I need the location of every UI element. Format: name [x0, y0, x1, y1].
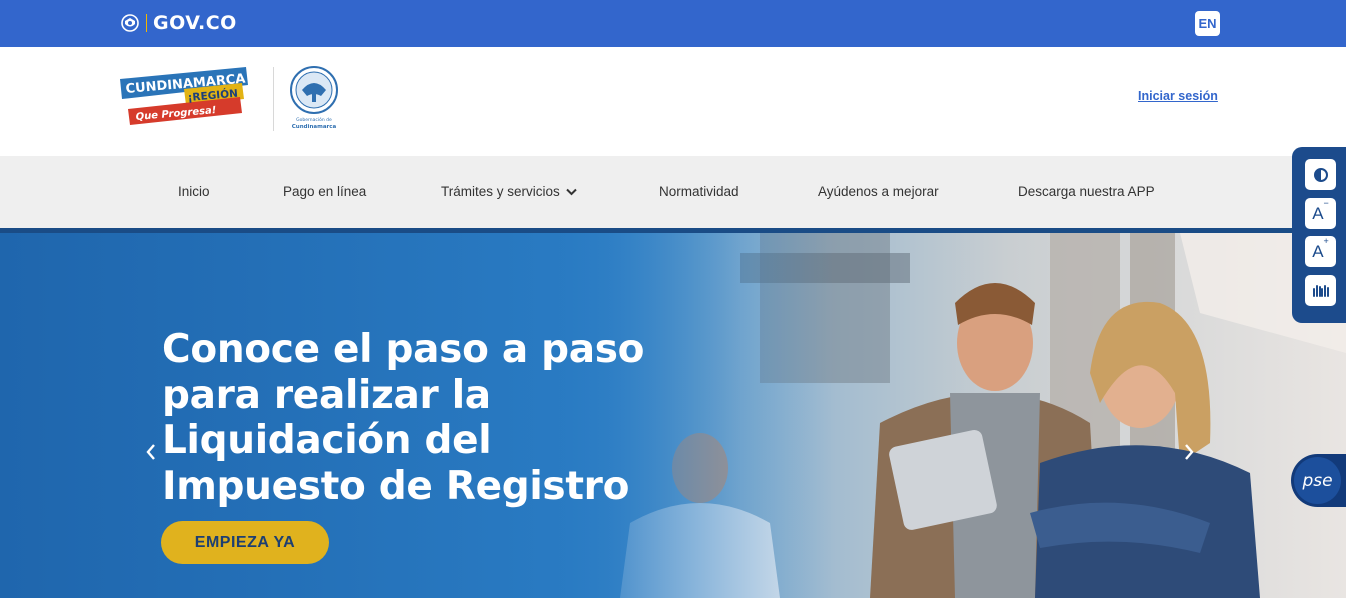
decrease-font-button[interactable]: A− [1305, 198, 1336, 229]
hero-title-line-2: para realizar la [162, 372, 491, 418]
nav-item-inicio[interactable]: Inicio [178, 184, 210, 199]
hero-title-line-3: Liquidación del [162, 418, 492, 463]
govco-topbar: GOV.CO EN [0, 0, 1346, 47]
hero-carousel: Conoce el paso a paso para realizar la L… [0, 228, 1346, 598]
increase-font-icon: A+ [1312, 236, 1329, 262]
nav-item-label: Descarga nuestra APP [1018, 184, 1155, 199]
nav-item-label: Pago en línea [283, 184, 367, 199]
govco-logo-text: GOV.CO [153, 12, 237, 34]
chevron-left-icon[interactable] [143, 442, 159, 462]
cundinamarca-brand-logo[interactable]: CUNDINAMARCA ¡REGIÓN Que Progresa! [118, 65, 258, 129]
empieza-ya-button[interactable]: EMPIEZA YA [161, 521, 329, 564]
hero-title-line-1: Conoce el paso a paso [162, 327, 645, 372]
govco-shield-icon [121, 14, 139, 32]
sign-language-icon [1312, 284, 1329, 297]
nav-item-normatividad[interactable]: Normatividad [659, 184, 739, 199]
nav-item-ayudenos-a-mejorar[interactable]: Ayúdenos a mejorar [818, 184, 939, 199]
nav-item-label: Normatividad [659, 184, 739, 199]
hero-title: Conoce el paso a paso para realizar la L… [162, 327, 682, 509]
language-toggle-button[interactable]: EN [1195, 11, 1220, 36]
nav-item-label: Inicio [178, 184, 210, 199]
seal-caption-1: Gobernación de [296, 116, 332, 123]
nav-item-descarga-app[interactable]: Descarga nuestra APP [1018, 184, 1155, 199]
contrast-button[interactable] [1305, 159, 1336, 190]
pse-label: pse [1302, 470, 1333, 491]
nav-item-label: Ayúdenos a mejorar [818, 184, 939, 199]
accessibility-panel: A− A+ [1292, 147, 1346, 323]
chevron-down-icon [566, 188, 577, 195]
site-header: CUNDINAMARCA ¡REGIÓN Que Progresa! Gober… [0, 47, 1346, 156]
decrease-font-icon: A− [1312, 198, 1329, 224]
contrast-icon [1313, 167, 1328, 182]
main-nav: Inicio Pago en línea Trámites y servicio… [0, 156, 1346, 228]
pse-logo: pse [1294, 457, 1341, 504]
decrease-font-glyph: A [1312, 203, 1324, 223]
nav-item-pago-en-linea[interactable]: Pago en línea [283, 184, 366, 199]
hero-title-line-4: Impuesto de Registro [162, 463, 630, 509]
pse-payment-button[interactable]: pse [1291, 454, 1346, 507]
increase-font-sign: + [1323, 235, 1329, 246]
header-divider [273, 67, 274, 131]
chevron-right-icon[interactable] [1181, 442, 1197, 462]
govco-logo[interactable]: GOV.CO [120, 12, 237, 34]
gobernacion-seal-logo: Gobernación de Cundinamarca [290, 66, 338, 130]
increase-font-button[interactable]: A+ [1305, 236, 1336, 267]
decrease-font-sign: − [1323, 197, 1329, 208]
nav-item-tramites-y-servicios[interactable]: Trámites y servicios [441, 184, 577, 199]
nav-item-label: Trámites y servicios [441, 184, 560, 199]
increase-font-glyph: A [1312, 241, 1324, 261]
login-link[interactable]: Iniciar sesión [1138, 89, 1218, 103]
seal-caption-2: Cundinamarca [292, 124, 337, 130]
govco-logo-separator [146, 14, 147, 32]
sign-language-button[interactable] [1305, 275, 1336, 306]
